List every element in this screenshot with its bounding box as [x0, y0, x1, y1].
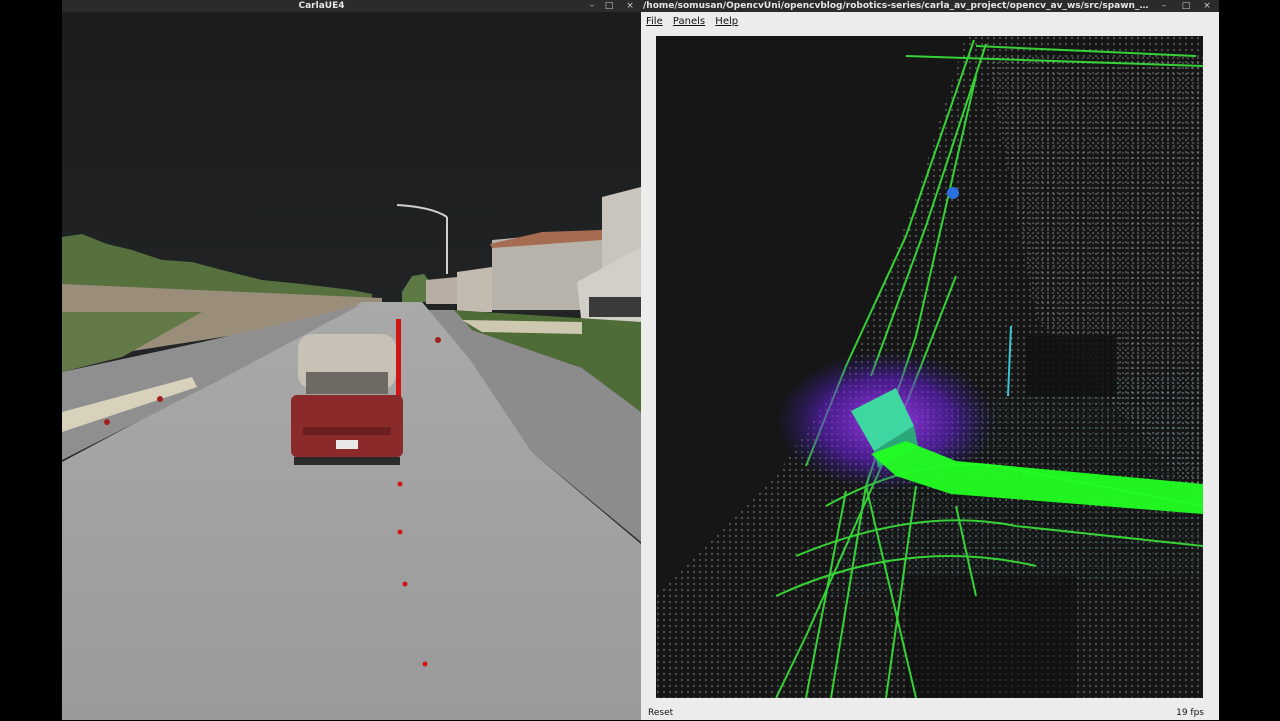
traffic-cone [157, 396, 163, 402]
driving-scene [62, 12, 641, 720]
occlusion-shadow [1026, 336, 1116, 396]
traffic-cone [104, 419, 110, 425]
rviz-window-title: /home/somusan/OpencvUni/opencvblog/robot… [643, 1, 1149, 11]
waypoint [422, 661, 428, 667]
carla-window-title: CarlaUE4 [298, 1, 345, 11]
house-5-windows [589, 297, 641, 317]
waypoint [402, 581, 408, 587]
rviz-statusbar: Reset 19 fps [641, 704, 1219, 720]
carla-maximize-button[interactable]: □ [602, 0, 616, 12]
rviz-close-button[interactable]: × [1200, 0, 1214, 12]
rviz-window: /home/somusan/OpencvUni/opencvblog/robot… [641, 0, 1219, 720]
lidar-pointcloud-view [656, 36, 1203, 698]
carla-minimize-button[interactable]: – [585, 0, 599, 12]
traffic-cone [435, 337, 441, 343]
desktop-background-left [0, 0, 62, 720]
waypoint [397, 481, 403, 487]
rviz-3d-render-panel[interactable] [656, 36, 1203, 698]
rviz-minimize-button[interactable]: – [1157, 0, 1171, 12]
carla-close-button[interactable]: × [623, 0, 637, 12]
menu-panels[interactable]: Panels [673, 12, 705, 32]
menu-file[interactable]: File [646, 12, 663, 32]
carla-window: CarlaUE4 – □ × [62, 0, 641, 720]
house-2 [457, 267, 492, 312]
rviz-maximize-button[interactable]: □ [1179, 0, 1193, 12]
occlusion-shadow [906, 576, 1076, 698]
goal-marker [947, 187, 959, 199]
lead-vehicle-van [291, 334, 403, 465]
desktop-background-right [1219, 0, 1280, 720]
carla-camera-view[interactable] [62, 12, 641, 720]
menu-help[interactable]: Help [715, 12, 738, 32]
rviz-titlebar[interactable]: /home/somusan/OpencvUni/opencvblog/robot… [641, 0, 1219, 12]
carla-titlebar[interactable]: CarlaUE4 – □ × [62, 0, 641, 12]
rviz-menubar: File Panels Help [641, 12, 1219, 32]
house-3 [426, 277, 457, 304]
fps-readout: 19 fps [1176, 708, 1204, 718]
waypoint [397, 529, 403, 535]
reset-button[interactable]: Reset [646, 705, 675, 721]
